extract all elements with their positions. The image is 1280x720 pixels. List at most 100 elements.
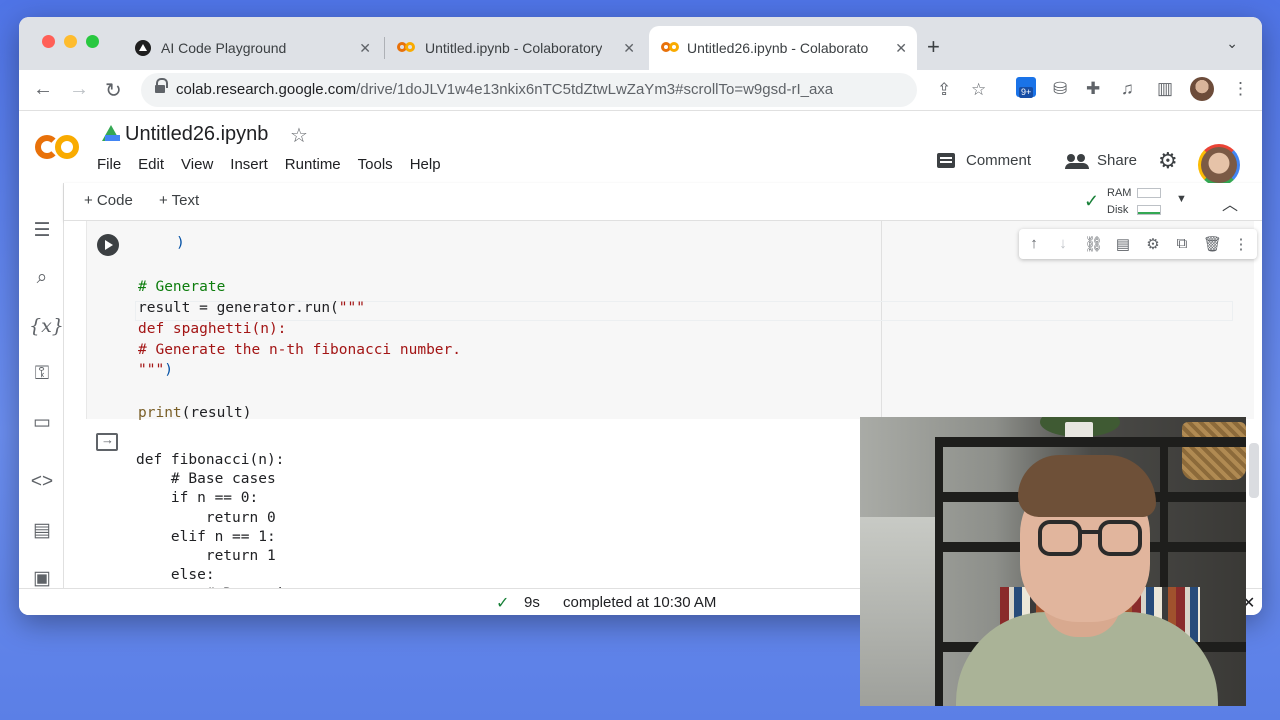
colab-favicon-icon <box>661 40 683 54</box>
browser-menu-icon[interactable]: ⋮ <box>1232 79 1249 99</box>
tab-label: AI Code Playground <box>161 40 287 56</box>
back-arrow-icon[interactable]: ← <box>33 78 53 101</box>
delete-trash-icon[interactable]: 🗑 <box>1203 235 1222 253</box>
tab-untitled-ipynb[interactable]: Untitled.ipynb - Colaboratory ✕ <box>389 26 645 70</box>
lock-icon <box>155 78 168 95</box>
extension-icon[interactable]: ⛁ <box>1053 79 1067 99</box>
code-line: ) <box>176 235 185 251</box>
colab-logo[interactable] <box>35 131 83 163</box>
link-icon[interactable]: ⛓ <box>1084 235 1103 253</box>
star-icon[interactable]: ☆ <box>290 123 308 148</box>
webcam-video-overlay <box>860 417 1246 706</box>
menu-help[interactable]: Help <box>410 156 441 173</box>
forward-arrow-icon[interactable]: → <box>69 78 89 101</box>
more-options-icon[interactable]: ⋮ <box>1232 235 1250 253</box>
add-code-cell-button[interactable]: + Code <box>84 192 133 209</box>
move-cell-down-icon[interactable]: ↓ <box>1054 235 1072 252</box>
browser-profile-avatar[interactable] <box>1190 77 1214 101</box>
tab-separator <box>384 37 385 59</box>
command-palette-icon[interactable]: ▤ <box>29 519 55 542</box>
connected-check-icon: ✓ <box>1084 191 1100 211</box>
colab-header: Untitled26.ipynb ☆ File Edit View Insert… <box>19 110 1262 186</box>
share-label: Share <box>1097 152 1138 169</box>
tab-label: Untitled.ipynb - Colaboratory <box>425 40 603 56</box>
code-line: # Generate the n-th fibonacci number. <box>138 342 462 358</box>
settings-gear-icon[interactable]: ⚙ <box>1158 148 1178 174</box>
variables-icon[interactable]: {x} <box>29 315 64 337</box>
cell-actions-toolbar: ↑ ↓ ⛓ ▤ ⚙ ⧉ 🗑 ⋮ <box>1019 229 1257 259</box>
menu-insert[interactable]: Insert <box>230 156 268 173</box>
collapse-header-icon[interactable]: ︿ <box>1222 191 1238 215</box>
bookmark-star-icon[interactable]: ☆ <box>971 80 986 100</box>
menu-file[interactable]: File <box>97 156 121 173</box>
url-text: colab.research.google.com/drive/1doJLV1w… <box>176 81 834 98</box>
address-bar[interactable]: colab.research.google.com/drive/1doJLV1w… <box>141 73 986 107</box>
output-actions-icon[interactable] <box>96 432 118 451</box>
new-tab-icon[interactable]: + <box>927 34 940 60</box>
extension-badge-icon[interactable]: 9+ <box>1016 77 1036 98</box>
ram-label: RAM <box>1107 187 1132 199</box>
tab-label: Untitled26.ipynb - Colaborato <box>687 40 869 56</box>
left-sidebar: ☰ ⌕ {x} ⚿ ▭ <> ▤ ▣ <box>19 183 64 615</box>
media-controls-icon[interactable]: ♫ <box>1121 79 1134 99</box>
reload-icon[interactable]: ↻ <box>105 78 122 103</box>
people-icon <box>1065 153 1089 169</box>
secrets-key-icon[interactable]: ⚿ <box>29 363 55 385</box>
code-line: # Generate <box>138 279 226 295</box>
share-page-icon[interactable]: ⇪ <box>937 80 951 100</box>
add-text-cell-button[interactable]: + Text <box>159 192 199 209</box>
comment-icon <box>937 153 955 168</box>
move-cell-up-icon[interactable]: ↑ <box>1025 235 1043 252</box>
search-icon[interactable]: ⌕ <box>29 267 55 289</box>
completion-message: completed at 10:30 AM <box>563 594 717 611</box>
success-check-icon: ✓ <box>496 595 510 612</box>
output-text: def fibonacci(n): # Base cases if n == 0… <box>136 452 346 588</box>
drive-icon[interactable] <box>102 125 120 141</box>
code-line: def spaghetti(n): <box>138 321 287 337</box>
scrollbar-thumb[interactable] <box>1249 443 1259 498</box>
share-button[interactable]: Share <box>1065 152 1138 169</box>
code-snippets-icon[interactable]: <> <box>29 471 55 493</box>
comment-button[interactable]: Comment <box>937 152 1031 169</box>
tab-untitled26-ipynb[interactable]: Untitled26.ipynb - Colaborato ✕ <box>649 26 917 70</box>
zoom-window-button[interactable] <box>86 35 99 48</box>
colab-favicon-icon <box>397 40 419 54</box>
code-line: """) <box>138 362 173 378</box>
notebook-title[interactable]: Untitled26.ipynb <box>125 123 268 146</box>
close-tab-icon[interactable]: ✕ <box>359 40 371 57</box>
menu-tools[interactable]: Tools <box>358 156 393 173</box>
account-avatar[interactable] <box>1198 144 1240 186</box>
menu-view[interactable]: View <box>181 156 213 173</box>
ram-meter[interactable] <box>1137 188 1161 198</box>
notebook-toolbar: + Code + Text ✓ RAM Disk ▼ ︿ <box>64 183 1262 221</box>
close-tab-icon[interactable]: ✕ <box>623 40 635 57</box>
run-cell-button[interactable] <box>97 234 119 256</box>
tab-ai-code-playground[interactable]: AI Code Playground ✕ <box>125 26 381 70</box>
puzzle-extensions-icon[interactable]: ✚ <box>1086 79 1100 99</box>
side-panel-icon[interactable]: ▥ <box>1157 79 1173 99</box>
runtime-dropdown-icon[interactable]: ▼ <box>1176 193 1187 205</box>
comment-label: Comment <box>966 152 1032 169</box>
comment-icon[interactable]: ▤ <box>1114 235 1132 253</box>
browser-toolbar: ← → ↻ colab.research.google.com/drive/1d… <box>19 70 1262 110</box>
tab-search-chevron-icon[interactable]: ⌄ <box>1226 35 1238 52</box>
extension-badge-count: 9+ <box>1019 87 1034 98</box>
menu-bar: File Edit View Insert Runtime Tools Help <box>97 156 458 173</box>
execution-duration: 9s <box>524 594 540 611</box>
menu-edit[interactable]: Edit <box>138 156 164 173</box>
files-folder-icon[interactable]: ▭ <box>29 411 55 434</box>
table-of-contents-icon[interactable]: ☰ <box>29 219 55 242</box>
minimize-window-button[interactable] <box>64 35 77 48</box>
code-cell[interactable]: ) # Generate result = generator.run(""" … <box>86 221 1257 421</box>
disk-label: Disk <box>1107 204 1129 216</box>
close-tab-icon[interactable]: ✕ <box>895 40 907 57</box>
terminal-icon[interactable]: ▣ <box>29 567 55 590</box>
settings-gear-icon[interactable]: ⚙ <box>1144 235 1162 253</box>
mirror-cell-icon[interactable]: ⧉ <box>1173 235 1191 252</box>
disk-meter[interactable] <box>1137 205 1161 215</box>
menu-runtime[interactable]: Runtime <box>285 156 341 173</box>
ai-playground-favicon-icon <box>135 40 151 56</box>
close-window-button[interactable] <box>42 35 55 48</box>
code-line: result = generator.run(""" <box>138 300 365 316</box>
tab-strip: AI Code Playground ✕ Untitled.ipynb - Co… <box>19 17 1262 70</box>
